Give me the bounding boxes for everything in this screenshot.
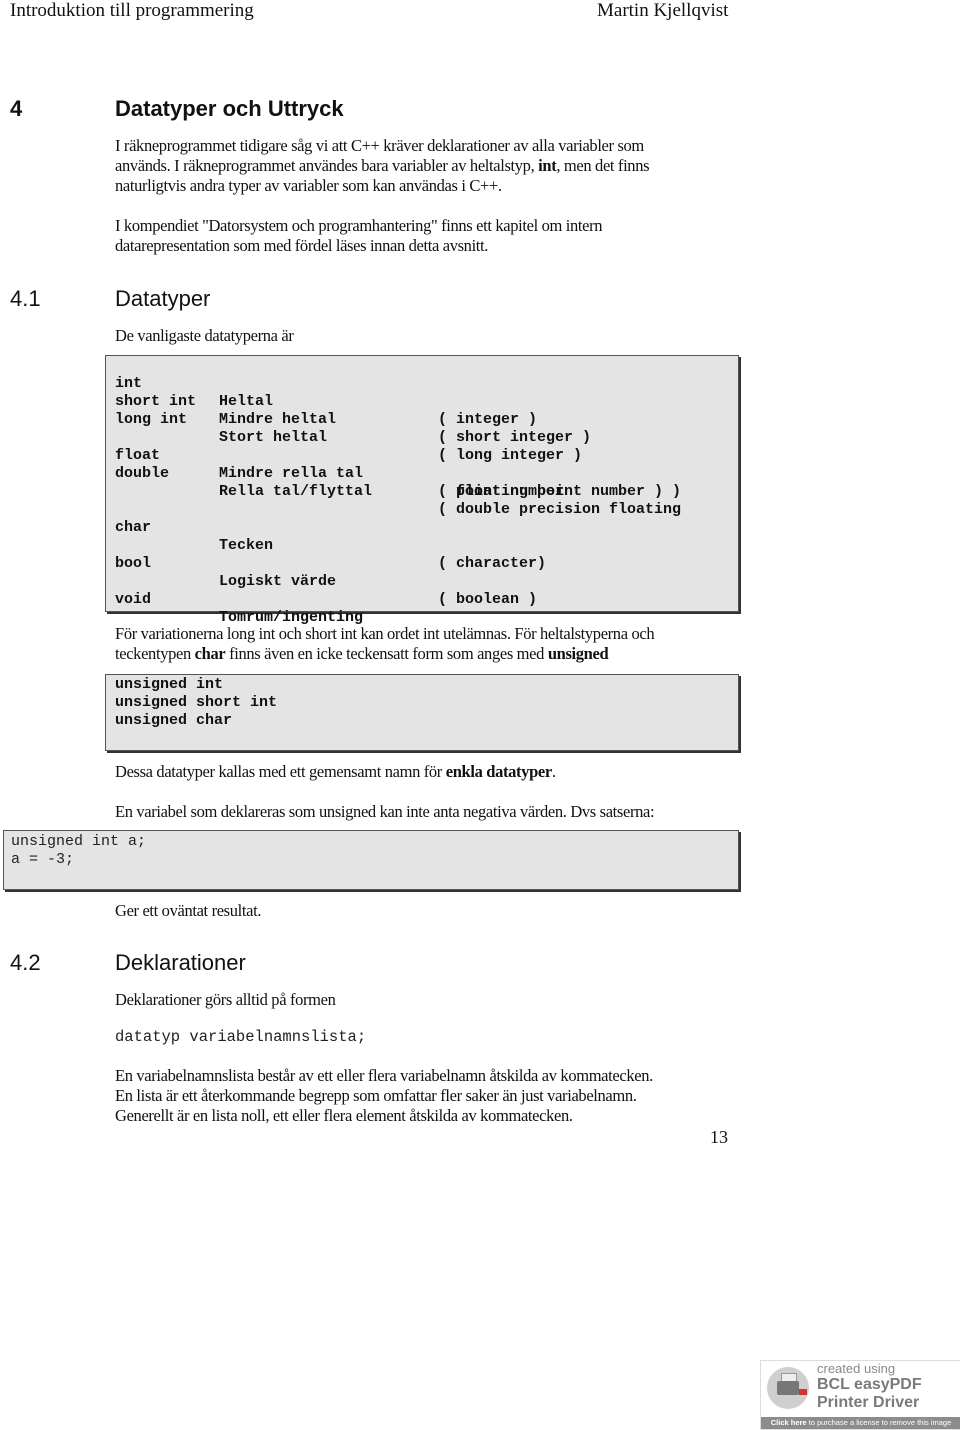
- result-text: Ger ett oväntat resultat.: [115, 901, 262, 920]
- intro-line-1: I räkneprogrammet tidigare såg vi att C+…: [115, 136, 644, 155]
- code-line: unsigned int a;: [11, 833, 147, 850]
- type-english: ( boolean ): [438, 591, 538, 608]
- variations-line-2: teckentypen char finns även en icke teck…: [115, 644, 609, 663]
- type-swedish: Logiskt värde: [219, 573, 337, 590]
- variations-line-1: För variationerna long int och short int…: [115, 624, 655, 643]
- section-4-1-lead: De vanligaste datatyperna är: [115, 326, 294, 345]
- type-swedish: Tecken: [219, 537, 274, 554]
- declaration-explanation: En variabelnamnslista består av ett elle…: [115, 1066, 735, 1126]
- datatype-row: bool Logiskt värde ( boolean ): [115, 537, 537, 608]
- datatype-row: short int Mindre heltal ( short integer …: [115, 375, 591, 446]
- section-4-2-title: Deklarationer: [115, 950, 246, 975]
- running-header-author: Martin Kjellqvist: [597, 0, 729, 21]
- bcl-watermark-badge[interactable]: created using BCL easyPDF Printer Driver…: [760, 1360, 960, 1430]
- datatype-row: float Mindre rella tal ( floating point …: [115, 429, 663, 500]
- datatype-row: long int Stort heltal ( long integer ): [115, 393, 582, 464]
- simple-types-sentence: Dessa datatyper kallas med ett gemensamt…: [115, 762, 556, 781]
- body-line: Generellt är en lista noll, ett eller fl…: [115, 1106, 573, 1125]
- watermark-line-3: Printer Driver: [817, 1394, 920, 1411]
- term-enkla-datatyper: enkla datatyper: [445, 762, 552, 781]
- section-4-2-lead: Deklarationer görs alltid på formen: [115, 990, 336, 1009]
- type-name: long int: [115, 411, 188, 428]
- body-line: En variabelnamnslista består av ett elle…: [115, 1066, 653, 1085]
- intro-line-2: används. I räkneprogrammet användes bara…: [115, 156, 650, 175]
- declaration-syntax: datatyp variabelnamnslista;: [115, 1028, 367, 1046]
- type-english: ( character): [438, 555, 547, 572]
- keyword-unsigned: unsigned: [547, 644, 609, 663]
- type-english: point number ): [438, 483, 682, 500]
- code-line: unsigned char: [115, 712, 233, 729]
- type-swedish: Heltal: [219, 393, 274, 410]
- section-4-2-number: 4.2: [10, 950, 41, 975]
- running-header-title: Introduktion till programmering: [10, 0, 254, 21]
- type-swedish: Mindre rella tal: [219, 465, 364, 482]
- chapter-title: Datatyper och Uttryck: [115, 96, 344, 121]
- chapter-number: 4: [10, 96, 23, 121]
- variations-paragraph: För variationerna long int och short int…: [115, 624, 735, 664]
- section-4-1-title: Datatyper: [115, 286, 211, 311]
- body-line: En lista är ett återkommande begrepp som…: [115, 1086, 637, 1105]
- datatype-row-continuation: point number ): [115, 465, 681, 500]
- page-number: 13: [710, 1127, 728, 1147]
- datatype-row: char Tecken ( character): [115, 501, 546, 572]
- type-name: bool: [115, 555, 152, 572]
- purchase-license-link[interactable]: Click here to purchase a license to remo…: [761, 1417, 960, 1429]
- datatype-row: int Heltal ( integer ): [115, 357, 537, 428]
- type-english: ( short integer ): [438, 429, 592, 446]
- datatype-row: void Tomrum/ingenting: [115, 573, 363, 626]
- type-name: void: [115, 591, 152, 608]
- watermark-line-2: BCL easyPDF: [817, 1376, 922, 1393]
- intro-line-3: naturligtvis andra typer av variabler so…: [115, 176, 502, 195]
- unsigned-note: En variabel som deklareras som unsigned …: [115, 802, 655, 821]
- keyword-char: char: [194, 644, 226, 663]
- type-name: char: [115, 519, 152, 536]
- note-paragraph: I kompendiet "Datorsystem och programhan…: [115, 216, 735, 256]
- type-english: ( integer ): [438, 411, 538, 428]
- section-4-1-number: 4.1: [10, 286, 41, 311]
- note-line-2: datarepresentation som med fördel läses …: [115, 236, 489, 255]
- code-line: unsigned int: [115, 676, 224, 693]
- type-swedish: Stort heltal: [219, 429, 328, 446]
- watermark-line-1: created using: [817, 1361, 896, 1376]
- note-line-1: I kompendiet "Datorsystem och programhan…: [115, 216, 603, 235]
- type-swedish: Mindre heltal: [219, 411, 337, 428]
- printer-icon: [767, 1367, 809, 1409]
- datatype-row: double Rella tal/flyttal ( double precis…: [115, 447, 681, 518]
- keyword-int: int: [538, 156, 557, 175]
- code-line: unsigned short int: [115, 694, 278, 711]
- type-swedish: Rella tal/flyttal: [219, 483, 373, 500]
- type-english: ( long integer ): [438, 447, 583, 464]
- type-english: ( double precision floating: [438, 501, 682, 518]
- code-line: a = -3;: [11, 851, 75, 868]
- intro-paragraph: I räkneprogrammet tidigare såg vi att C+…: [115, 136, 735, 196]
